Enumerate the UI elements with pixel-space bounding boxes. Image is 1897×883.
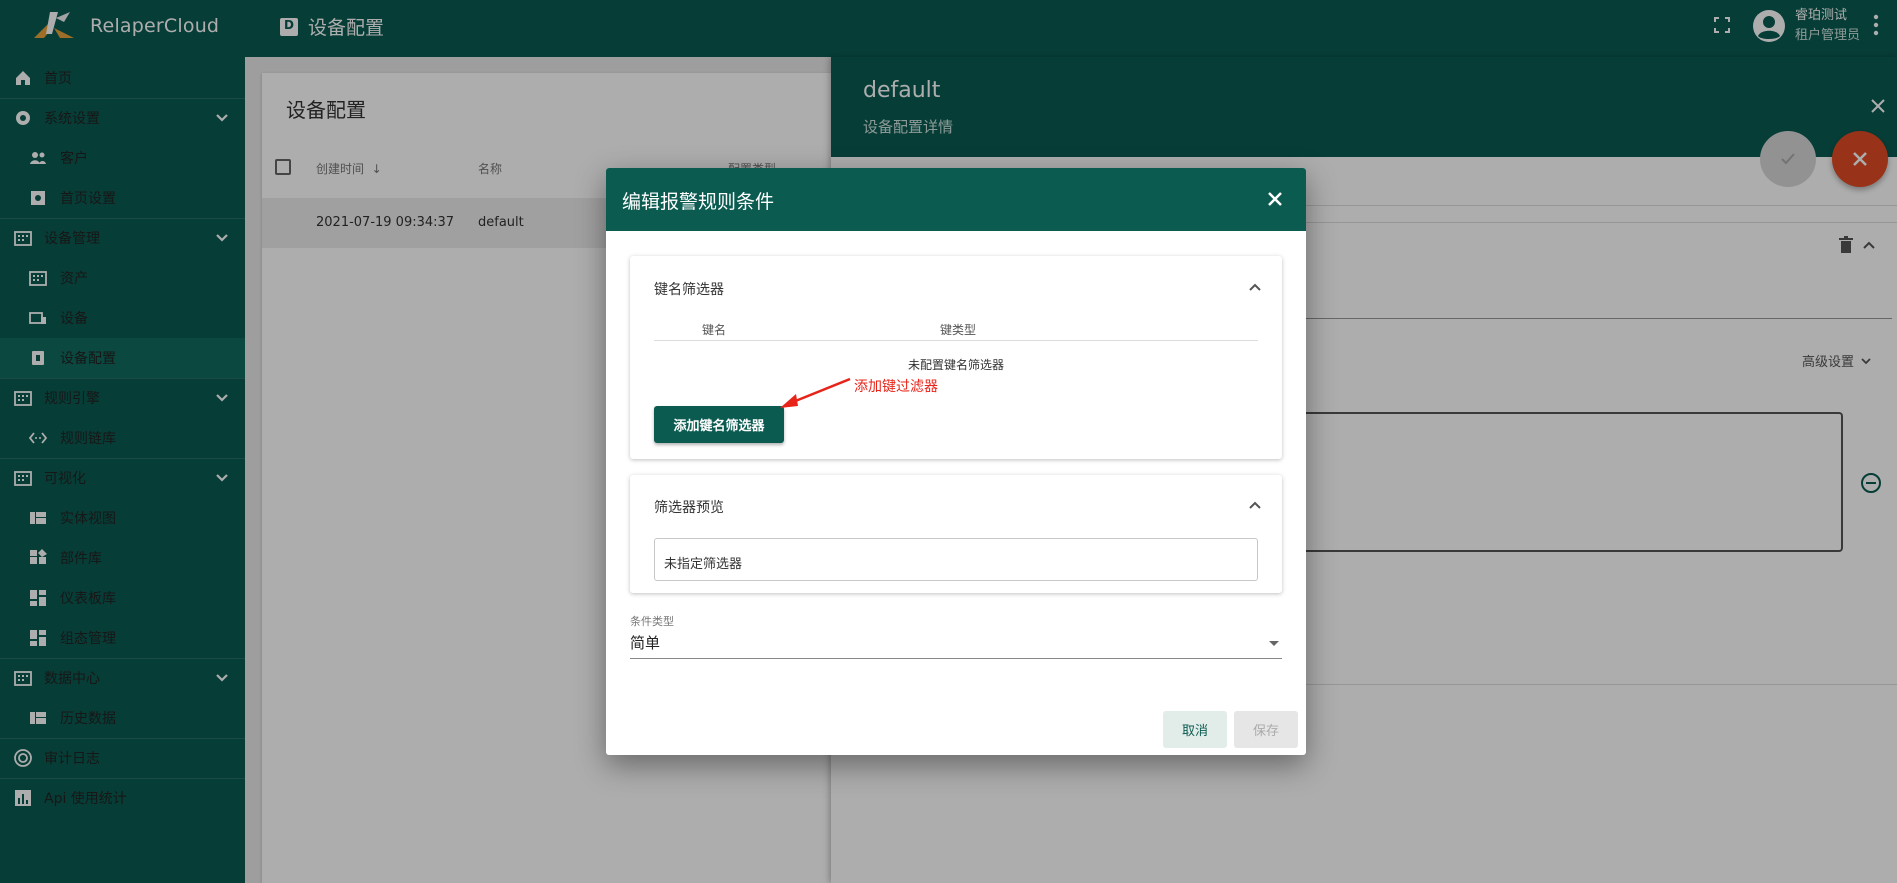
cancel-button[interactable]: 取消 <box>1163 711 1227 748</box>
key-filters-title: 键名筛选器 <box>654 282 724 298</box>
column-key-type: 键类型 <box>940 323 977 337</box>
key-filters-empty-text: 未配置键名筛选器 <box>907 358 1004 372</box>
save-button[interactable]: 保存 <box>1234 711 1298 748</box>
filter-preview-title: 筛选器预览 <box>654 500 724 516</box>
divider <box>654 340 1258 341</box>
condition-type-select[interactable]: 简单 <box>630 629 1282 659</box>
chevron-up-icon[interactable] <box>1248 498 1262 512</box>
condition-type-value: 简单 <box>630 634 661 652</box>
column-key: 键名 <box>702 323 727 337</box>
condition-type-label: 条件类型 <box>630 615 674 628</box>
filter-preview-field: 未指定筛选器 <box>654 538 1258 581</box>
annotation-arrow-icon <box>780 377 851 408</box>
add-key-filter-button[interactable]: 添加键名筛选器 <box>654 406 784 443</box>
dialog-title: 编辑报警规则条件 <box>622 191 775 213</box>
edit-alarm-condition-dialog: 编辑报警规则条件 键名筛选器 键名 键类型 未配置键名筛选器 添加键名筛选器 添… <box>606 168 1306 755</box>
dropdown-arrow-icon <box>1269 641 1279 646</box>
close-icon[interactable] <box>1267 191 1283 207</box>
dialog-header: 编辑报警规则条件 <box>606 168 1306 231</box>
chevron-up-icon[interactable] <box>1248 280 1262 294</box>
annotation-text: 添加键过滤器 <box>854 379 938 395</box>
